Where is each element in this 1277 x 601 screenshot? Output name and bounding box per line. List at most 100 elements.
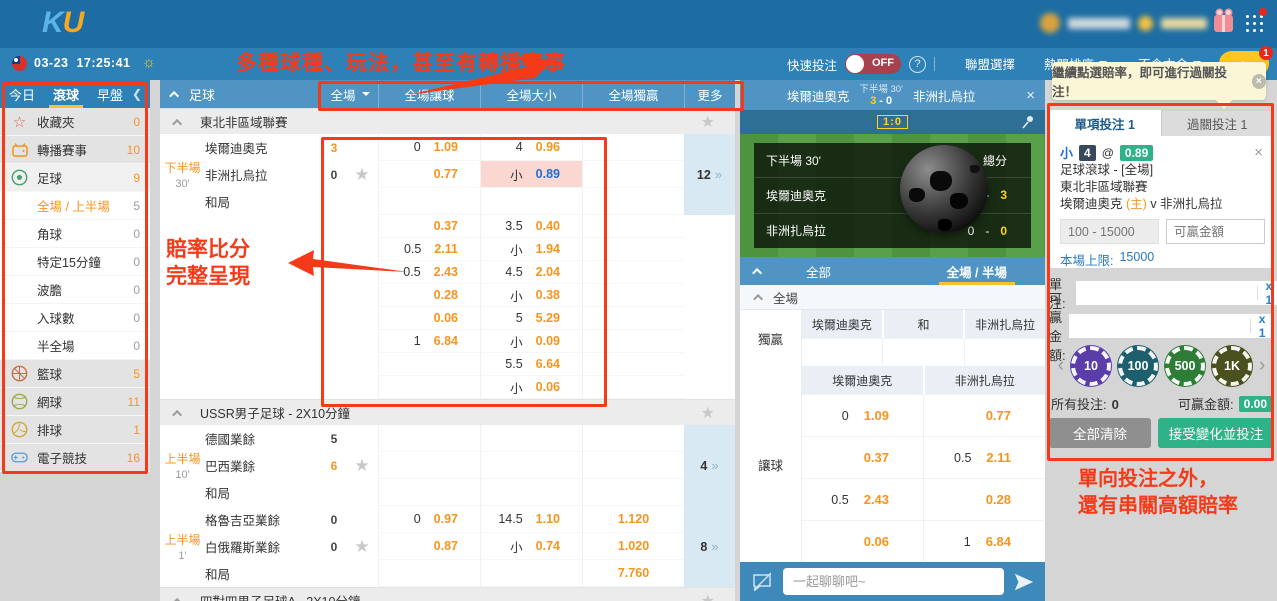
chat-input[interactable] [783, 568, 1004, 595]
collapse-icon[interactable] [175, 113, 182, 131]
more-markets-cell[interactable]: 12» [684, 134, 735, 215]
odds-cell[interactable]: 小0.09 [480, 330, 582, 353]
tooltip-close-icon[interactable]: × [1252, 74, 1266, 89]
odds-cell[interactable]: 0.06 [378, 307, 480, 330]
column-more[interactable]: 更多 [684, 80, 735, 108]
collapse-icon[interactable] [755, 264, 762, 278]
league-select-button[interactable]: 聯盟選擇 [965, 54, 1015, 73]
odds-cell[interactable]: 00.97 [378, 506, 480, 533]
sidebar-item-角球[interactable]: 角球0 [0, 220, 150, 248]
odds-cell[interactable] [480, 479, 582, 506]
gift-icon[interactable] [1214, 15, 1233, 32]
odds-cell[interactable]: 0.37 [802, 436, 923, 478]
chips-prev-icon[interactable]: ‹ [1058, 355, 1064, 377]
apps-grid-icon[interactable] [1246, 15, 1263, 32]
send-icon[interactable] [1013, 571, 1035, 593]
odds-cell[interactable] [582, 376, 684, 399]
more-markets-cell[interactable]: 8» [684, 506, 735, 587]
favorite-star-icon[interactable]: ★ [346, 134, 378, 215]
odds-cell[interactable] [582, 452, 684, 479]
multiplier-label[interactable]: x 1 [1259, 312, 1266, 340]
odds-cell[interactable] [582, 188, 684, 215]
odds-cell[interactable]: 1.120 [582, 506, 684, 533]
clear-all-button[interactable]: 全部清除 [1049, 418, 1151, 448]
favorite-star-icon[interactable]: ★ [701, 112, 715, 132]
odds-cell[interactable] [582, 261, 684, 284]
odds-cell[interactable]: 01.09 [802, 394, 923, 436]
collapse-icon[interactable] [169, 90, 179, 100]
odds-cell[interactable]: 小0.74 [480, 533, 582, 560]
potential-win-input[interactable] [1166, 219, 1265, 244]
sidebar-tab-早盤[interactable]: 早盤 [88, 80, 132, 108]
remove-selection-icon[interactable]: × [1254, 144, 1263, 161]
odds-cell[interactable] [802, 338, 882, 366]
chip-1K[interactable]: 1K [1212, 346, 1252, 386]
sidebar-collapse-icon[interactable]: ❮ [132, 87, 150, 101]
tab-full-half[interactable]: 全場 / 半場 [947, 257, 1007, 285]
odds-cell[interactable] [582, 425, 684, 452]
odds-cell[interactable]: 小0.06 [480, 376, 582, 399]
sidebar-item-排球[interactable]: 排球1 [0, 416, 150, 444]
sidebar-item-網球[interactable]: 網球11 [0, 388, 150, 416]
odds-cell[interactable]: 0.52.11 [378, 238, 480, 261]
sidebar-item-電子競技[interactable]: 電子競技16 [0, 444, 150, 472]
odds-cell[interactable] [480, 560, 582, 587]
odds-cell[interactable] [582, 330, 684, 353]
odds-cell[interactable] [480, 188, 582, 215]
section-fulltime[interactable]: 全場 [740, 285, 1045, 310]
chips-next-icon[interactable]: › [1259, 355, 1265, 377]
more-markets-cell[interactable]: 4» [684, 425, 735, 506]
favorite-star-icon[interactable]: ★ [346, 506, 378, 587]
odds-cell[interactable] [378, 376, 480, 399]
odds-cell[interactable] [378, 452, 480, 479]
single-stake-input[interactable] [1076, 281, 1249, 305]
sidebar-item-收藏夾[interactable]: ☆收藏夾0 [0, 108, 150, 136]
odds-cell[interactable]: 1.020 [582, 533, 684, 560]
odds-cell[interactable]: 0.77 [378, 161, 480, 188]
odds-cell[interactable]: 0.37 [378, 215, 480, 238]
collapse-icon[interactable] [175, 404, 182, 422]
chip-500[interactable]: 500 [1165, 346, 1205, 386]
sidebar-item-半全場[interactable]: 半全場0 [0, 332, 150, 360]
sidebar-item-特定15分鐘[interactable]: 特定15分鐘0 [0, 248, 150, 276]
multiplier-label[interactable]: x 1 [1265, 279, 1272, 307]
tab-single-bet[interactable]: 單項投注 1 [1049, 110, 1161, 136]
odds-cell[interactable]: 0.52.43 [378, 261, 480, 284]
sidebar-item-籃球[interactable]: 籃球5 [0, 360, 150, 388]
close-icon[interactable]: × [1026, 87, 1035, 104]
odds-cell[interactable]: 0.87 [378, 533, 480, 560]
quick-bet-toggle[interactable]: OFF [845, 54, 901, 74]
odds-cell[interactable] [882, 338, 963, 366]
flag-icon[interactable] [12, 56, 27, 71]
collapse-icon[interactable] [175, 592, 182, 601]
help-icon[interactable]: ? [909, 56, 926, 73]
odds-cell[interactable] [582, 353, 684, 376]
sidebar-item-波膽[interactable]: 波膽0 [0, 276, 150, 304]
odds-cell[interactable]: 小1.94 [480, 238, 582, 261]
odds-cell[interactable]: 16.84 [378, 330, 480, 353]
odds-cell[interactable] [964, 338, 1045, 366]
odds-cell[interactable]: 14.51.10 [480, 506, 582, 533]
tab-parlay-bet[interactable]: 過關投注 1 [1161, 110, 1275, 136]
odds-cell[interactable] [582, 284, 684, 307]
tab-all-markets[interactable]: 全部 [806, 262, 831, 281]
odds-cell[interactable]: 3.50.40 [480, 215, 582, 238]
odds-cell[interactable]: 0.28 [923, 478, 1045, 520]
odds-cell[interactable] [582, 134, 684, 161]
odds-cell[interactable]: 40.96 [480, 134, 582, 161]
odds-cell[interactable]: 16.84 [923, 520, 1045, 562]
odds-cell[interactable] [582, 479, 684, 506]
sidebar-tab-滾球[interactable]: 滾球 [44, 80, 88, 108]
odds-cell[interactable]: 0.52.43 [802, 478, 923, 520]
favorite-star-icon[interactable]: ★ [701, 591, 715, 601]
odds-cell[interactable] [378, 479, 480, 506]
odds-cell[interactable] [378, 425, 480, 452]
chip-100[interactable]: 100 [1118, 346, 1158, 386]
column-fulltime-dropdown[interactable]: 全場 [322, 80, 378, 108]
chat-muted-icon[interactable] [750, 570, 774, 594]
ku-logo[interactable]: KU [42, 6, 83, 40]
odds-cell[interactable] [582, 238, 684, 261]
user-info[interactable] [1040, 13, 1207, 33]
sidebar-item-轉播賽事[interactable]: 轉播賽事10 [0, 136, 150, 164]
sidebar-item-足球[interactable]: 足球9 [0, 164, 150, 192]
